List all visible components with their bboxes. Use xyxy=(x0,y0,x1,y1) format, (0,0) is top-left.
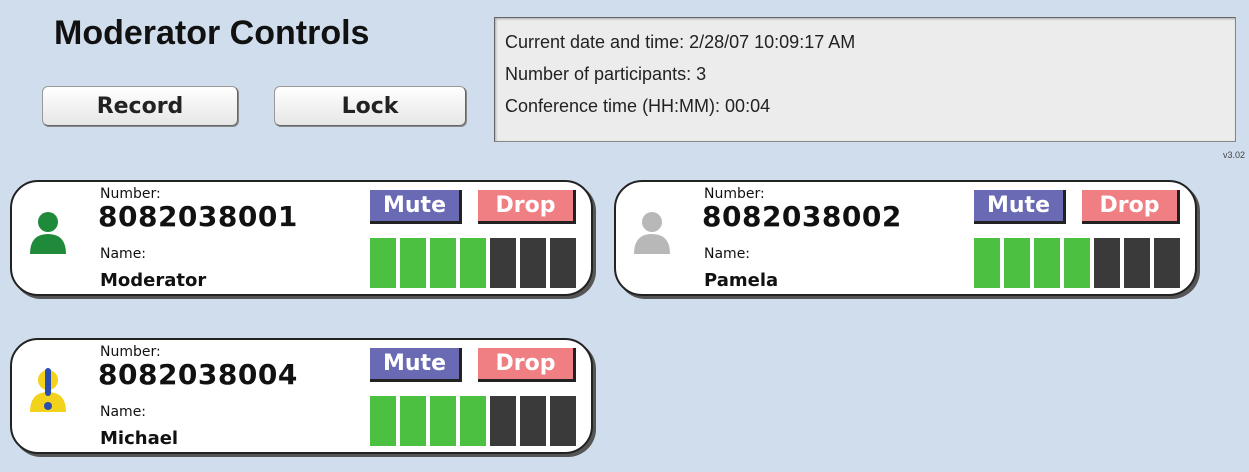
volume-segment-active xyxy=(1034,238,1060,288)
conference-info-panel: Current date and time: 2/28/07 10:09:17 … xyxy=(494,17,1236,142)
record-button[interactable]: Record xyxy=(42,86,238,126)
volume-segment-active xyxy=(1064,238,1090,288)
volume-segment-active xyxy=(430,238,456,288)
volume-segment-active xyxy=(400,396,426,446)
participant-card: Number: 8082038004 Name: Michael Mute Dr… xyxy=(10,338,593,454)
volume-segment-inactive xyxy=(490,396,516,446)
participant-number: 8082038002 xyxy=(702,200,902,233)
participant-card: Number: 8082038002 Name: Pamela Mute Dro… xyxy=(614,180,1197,296)
participant-number: 8082038004 xyxy=(98,358,298,391)
volume-segment-inactive xyxy=(1094,238,1120,288)
name-label: Name: xyxy=(100,404,147,420)
mute-button[interactable]: Mute xyxy=(974,190,1066,224)
volume-segment-active xyxy=(370,238,396,288)
name-label: Name: xyxy=(100,246,147,262)
volume-meter xyxy=(974,238,1180,288)
participant-name: Michael xyxy=(100,428,179,449)
volume-segment-inactive xyxy=(490,238,516,288)
name-label: Name: xyxy=(704,246,751,262)
volume-segment-inactive xyxy=(550,238,576,288)
volume-segment-active xyxy=(460,238,486,288)
page-title: Moderator Controls xyxy=(54,14,370,52)
volume-meter xyxy=(370,396,576,446)
participant-name: Pamela xyxy=(704,270,779,291)
volume-segment-inactive xyxy=(1154,238,1180,288)
volume-segment-active xyxy=(430,396,456,446)
participant-number: 8082038001 xyxy=(98,200,298,233)
participant-name: Moderator xyxy=(100,270,207,291)
drop-button[interactable]: Drop xyxy=(478,190,576,224)
mute-button[interactable]: Mute xyxy=(370,190,462,224)
participant-card: Number: 8082038001 Name: Moderator Mute … xyxy=(10,180,593,296)
mute-button[interactable]: Mute xyxy=(370,348,462,382)
volume-segment-active xyxy=(1004,238,1030,288)
lock-button[interactable]: Lock xyxy=(274,86,466,126)
volume-segment-inactive xyxy=(1124,238,1150,288)
speaking-alert-person-icon xyxy=(30,368,66,412)
current-datetime: Current date and time: 2/28/07 10:09:17 … xyxy=(505,32,856,52)
volume-meter xyxy=(370,238,576,288)
volume-segment-inactive xyxy=(550,396,576,446)
volume-segment-active xyxy=(460,396,486,446)
drop-button[interactable]: Drop xyxy=(1082,190,1180,224)
version-label: v3.02 xyxy=(1222,150,1245,160)
drop-button[interactable]: Drop xyxy=(478,348,576,382)
volume-segment-active xyxy=(974,238,1000,288)
volume-segment-active xyxy=(400,238,426,288)
participant-person-icon xyxy=(634,212,670,254)
moderator-person-icon xyxy=(30,212,66,254)
conference-time: Conference time (HH:MM): 00:04 xyxy=(505,96,771,116)
volume-segment-active xyxy=(370,396,396,446)
participant-count: Number of participants: 3 xyxy=(505,64,707,84)
volume-segment-inactive xyxy=(520,396,546,446)
volume-segment-inactive xyxy=(520,238,546,288)
